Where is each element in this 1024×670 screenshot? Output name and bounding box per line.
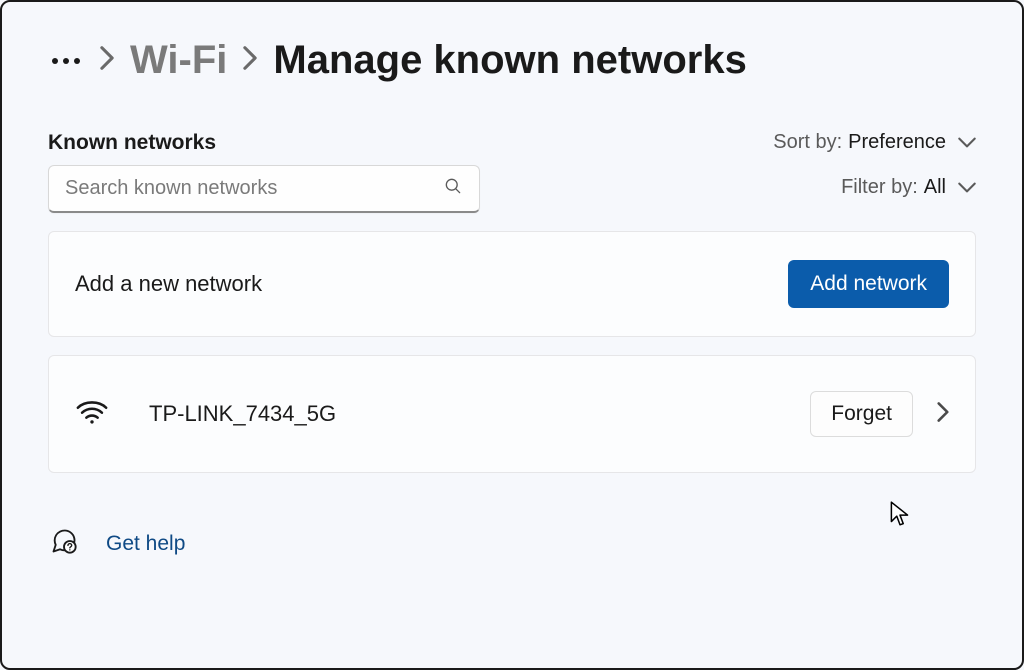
- add-network-button[interactable]: Add network: [788, 260, 949, 308]
- breadcrumb-parent[interactable]: Wi-Fi: [130, 38, 227, 83]
- chevron-down-icon: [958, 176, 976, 199]
- sort-by-label: Sort by:: [773, 131, 842, 154]
- chevron-right-icon[interactable]: [937, 402, 949, 427]
- filter-by-dropdown[interactable]: Filter by: All: [841, 176, 976, 199]
- breadcrumb-more-icon[interactable]: [52, 58, 80, 64]
- sort-by-dropdown[interactable]: Sort by: Preference: [773, 131, 976, 154]
- mouse-cursor-icon: [889, 500, 911, 528]
- filter-by-value: All: [924, 176, 946, 199]
- add-network-card: Add a new network Add network: [48, 231, 976, 337]
- chevron-right-icon: [243, 46, 257, 75]
- sort-by-value: Preference: [848, 131, 946, 154]
- breadcrumb: Wi-Fi Manage known networks: [48, 38, 976, 83]
- search-input[interactable]: [65, 177, 443, 200]
- help-icon: [50, 527, 78, 560]
- network-item[interactable]: TP-LINK_7434_5G Forget: [48, 355, 976, 473]
- network-name: TP-LINK_7434_5G: [149, 401, 336, 427]
- wifi-icon: [75, 399, 109, 430]
- filter-by-label: Filter by:: [841, 176, 918, 199]
- chevron-right-icon: [100, 46, 114, 75]
- chevron-down-icon: [958, 131, 976, 154]
- search-input-container[interactable]: [48, 165, 480, 213]
- get-help-row[interactable]: Get help: [50, 527, 976, 560]
- section-title: Known networks: [48, 131, 480, 155]
- search-icon: [443, 176, 463, 201]
- breadcrumb-current: Manage known networks: [273, 38, 746, 83]
- get-help-link[interactable]: Get help: [106, 532, 185, 556]
- add-network-label: Add a new network: [75, 271, 262, 297]
- forget-button[interactable]: Forget: [810, 391, 913, 437]
